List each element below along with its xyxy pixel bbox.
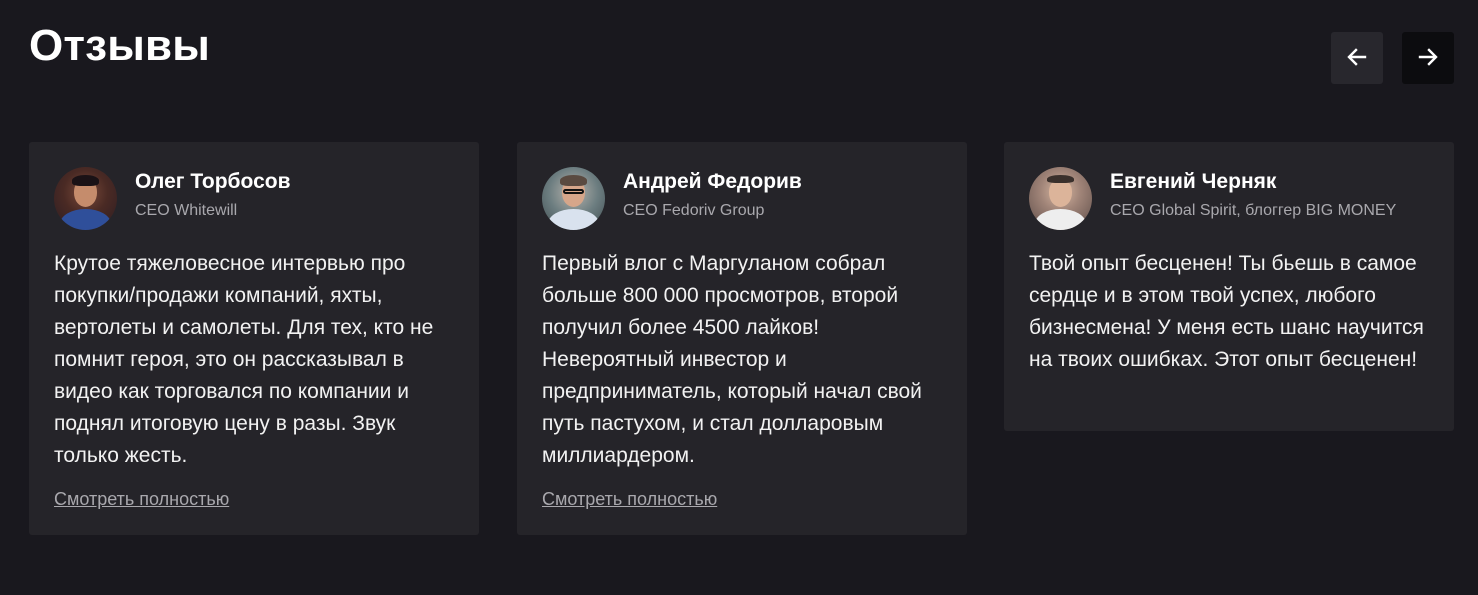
section-title: Отзывы [29,21,211,70]
prev-button[interactable] [1331,32,1383,84]
reviewer-info: Олег Торбосов CEO Whitewill [135,170,290,222]
reviewer-info: Евгений Черняк CEO Global Spirit, блогге… [1110,170,1397,222]
avatar [542,166,605,230]
review-text: Твой опыт бесценен! Ты бьешь в самое сер… [1029,252,1424,371]
review-header: Евгений Черняк CEO Global Spirit, блогге… [1029,166,1429,230]
review-header: Олег Торбосов CEO Whitewill [54,166,454,230]
reviewer-role: CEO Global Spirit, блоггер BIG MONEY [1110,202,1397,219]
reviewer-role: CEO Whitewill [135,202,238,219]
watch-full-link[interactable]: Смотреть полностью [542,487,717,511]
reviewer-role: CEO Fedoriv Group [623,202,765,219]
review-text: Крутое тяжеловесное интервью про покупки… [54,252,434,467]
reviewer-name: Евгений Черняк [1110,170,1277,193]
avatar [54,166,117,230]
review-card: Евгений Черняк CEO Global Spirit, блогге… [1004,142,1454,431]
review-header: Андрей Федорив CEO Fedoriv Group [542,166,942,230]
reviewer-name: Андрей Федорив [623,170,802,193]
reviewer-name: Олег Торбосов [135,170,291,193]
avatar [1029,166,1092,230]
next-button[interactable] [1402,32,1454,84]
reviewer-info: Андрей Федорив CEO Fedoriv Group [623,170,802,222]
arrow-left-icon [1345,45,1369,72]
review-card: Олег Торбосов CEO Whitewill Крутое тяжел… [29,142,479,535]
reviews-section: Отзывы Олег Торбосов CEO Whitewill Круто… [0,0,1478,595]
review-card: Андрей Федорив CEO Fedoriv Group Первый … [517,142,967,535]
review-text: Первый влог с Маргуланом собрал больше 8… [542,252,922,467]
arrow-right-icon [1416,45,1440,72]
watch-full-link[interactable]: Смотреть полностью [54,487,229,511]
